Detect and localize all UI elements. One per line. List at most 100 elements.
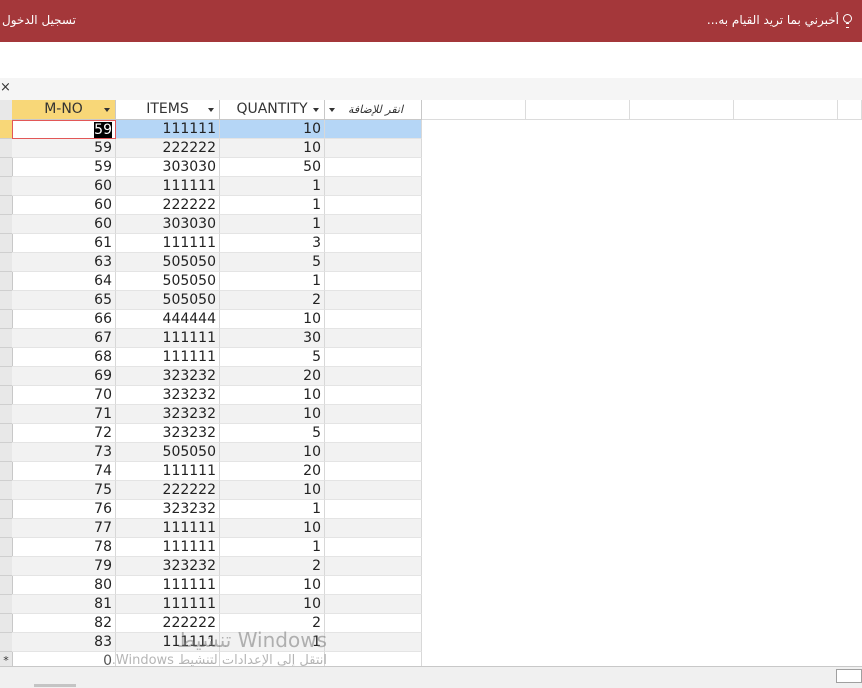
cell-quantity[interactable]: 5 <box>220 424 325 443</box>
cell-add-column[interactable] <box>325 633 422 652</box>
cell-items[interactable]: 111111 <box>116 348 220 367</box>
cell-m-no[interactable]: 75 <box>12 481 116 500</box>
cell-m-no[interactable]: 60 <box>12 196 116 215</box>
cell-items[interactable]: 222222 <box>116 481 220 500</box>
cell-quantity[interactable]: 1 <box>220 177 325 196</box>
table-row[interactable]: 73 505050 10 <box>12 443 422 462</box>
record-selector[interactable] <box>0 481 12 500</box>
cell-m-no[interactable]: 65 <box>12 291 116 310</box>
tell-me-search[interactable]: أخبرني بما تريد القيام به... <box>707 13 852 28</box>
cell-m-no[interactable]: 69 <box>12 367 116 386</box>
record-selector[interactable] <box>0 424 12 443</box>
cell-quantity[interactable]: 20 <box>220 367 325 386</box>
record-selector[interactable] <box>0 215 12 234</box>
cell-quantity[interactable]: 10 <box>220 405 325 424</box>
cell-m-no[interactable]: 60 <box>12 215 116 234</box>
cell-m-no[interactable]: 63 <box>12 253 116 272</box>
cell-add-column[interactable] <box>325 386 422 405</box>
cell-items[interactable]: 111111 <box>116 576 220 595</box>
cell-m-no[interactable]: 82 <box>12 614 116 633</box>
cell-add-column[interactable] <box>325 139 422 158</box>
table-row[interactable]: 76 323232 1 <box>12 500 422 519</box>
cell-add-column[interactable] <box>325 481 422 500</box>
cell-quantity[interactable]: 1 <box>220 633 325 652</box>
cell-m-no[interactable]: 83 <box>12 633 116 652</box>
cell-m-no[interactable]: 70 <box>12 386 116 405</box>
cell-quantity[interactable]: 1 <box>220 272 325 291</box>
record-selector[interactable] <box>0 310 12 329</box>
cell-quantity[interactable]: 2 <box>220 614 325 633</box>
record-selector[interactable] <box>0 500 12 519</box>
table-row[interactable]: 64 505050 1 <box>12 272 422 291</box>
cell-quantity[interactable]: 3 <box>220 234 325 253</box>
cell-quantity[interactable]: 30 <box>220 329 325 348</box>
table-row[interactable]: 67 111111 30 <box>12 329 422 348</box>
record-selector[interactable] <box>0 443 12 462</box>
cell-quantity[interactable]: 1 <box>220 500 325 519</box>
column-header-quantity[interactable]: QUANTITY <box>220 100 325 120</box>
cell-items[interactable]: 505050 <box>116 291 220 310</box>
cell-items[interactable]: 323232 <box>116 367 220 386</box>
cell-add-column[interactable] <box>325 538 422 557</box>
record-selector[interactable] <box>0 177 12 196</box>
record-selector[interactable] <box>0 576 12 595</box>
cell-quantity[interactable]: 10 <box>220 519 325 538</box>
record-selector[interactable] <box>0 386 12 405</box>
table-row[interactable]: 59 111111 10 <box>12 120 422 139</box>
cell-m-no[interactable]: 80 <box>12 576 116 595</box>
cell-add-column[interactable] <box>325 215 422 234</box>
cell-m-no[interactable]: 71 <box>12 405 116 424</box>
record-selector[interactable] <box>0 158 12 177</box>
cell-add-column[interactable] <box>325 272 422 291</box>
record-selector[interactable] <box>0 272 12 291</box>
cell-items[interactable]: 111111 <box>116 633 220 652</box>
cell-add-column[interactable] <box>325 367 422 386</box>
record-selector[interactable] <box>0 538 12 557</box>
table-row[interactable]: 71 323232 10 <box>12 405 422 424</box>
cell-quantity[interactable]: 1 <box>220 538 325 557</box>
cell-m-no[interactable]: 78 <box>12 538 116 557</box>
sign-in-link[interactable]: تسجيل الدخول <box>2 13 76 27</box>
record-selector[interactable] <box>0 405 12 424</box>
cell-add-column[interactable] <box>325 253 422 272</box>
record-selector[interactable] <box>0 120 12 139</box>
record-selector[interactable] <box>0 348 12 367</box>
cell-add-column[interactable] <box>325 234 422 253</box>
dropdown-arrow-icon[interactable] <box>208 108 214 112</box>
table-row[interactable]: 60 222222 1 <box>12 196 422 215</box>
cell-quantity[interactable]: 1 <box>220 196 325 215</box>
record-selector[interactable] <box>0 291 12 310</box>
record-selector[interactable] <box>0 614 12 633</box>
cell-items[interactable]: 111111 <box>116 538 220 557</box>
cell-m-no[interactable]: 59 <box>12 158 116 177</box>
cell-add-column[interactable] <box>325 557 422 576</box>
cell-items[interactable]: 323232 <box>116 557 220 576</box>
cell-quantity[interactable]: 5 <box>220 253 325 272</box>
cell-items[interactable]: 111111 <box>116 595 220 614</box>
cell-add-column[interactable] <box>325 291 422 310</box>
table-row[interactable]: 59 222222 10 <box>12 139 422 158</box>
cell-items[interactable]: 505050 <box>116 443 220 462</box>
cell-m-no[interactable]: 72 <box>12 424 116 443</box>
dropdown-arrow-icon[interactable] <box>104 108 110 112</box>
cell-items[interactable]: 323232 <box>116 424 220 443</box>
dropdown-arrow-icon[interactable] <box>313 108 319 112</box>
cell-m-no[interactable]: 61 <box>12 234 116 253</box>
record-selector[interactable] <box>0 329 12 348</box>
cell-items[interactable]: 222222 <box>116 614 220 633</box>
cell-m-no[interactable]: 64 <box>12 272 116 291</box>
cell-quantity[interactable]: 5 <box>220 348 325 367</box>
table-row[interactable]: 79 323232 2 <box>12 557 422 576</box>
record-selector[interactable] <box>0 139 12 158</box>
record-selector[interactable] <box>0 519 12 538</box>
cell-items[interactable]: 222222 <box>116 139 220 158</box>
cell-items[interactable]: 323232 <box>116 500 220 519</box>
click-to-add-column[interactable]: انقر للإضافة <box>325 100 422 120</box>
dropdown-arrow-icon[interactable] <box>329 108 335 112</box>
cell-items[interactable]: 111111 <box>116 519 220 538</box>
cell-m-no[interactable]: 74 <box>12 462 116 481</box>
cell-quantity[interactable]: 2 <box>220 291 325 310</box>
cell-add-column[interactable] <box>325 462 422 481</box>
cell-quantity[interactable]: 10 <box>220 576 325 595</box>
table-row[interactable]: 69 323232 20 <box>12 367 422 386</box>
